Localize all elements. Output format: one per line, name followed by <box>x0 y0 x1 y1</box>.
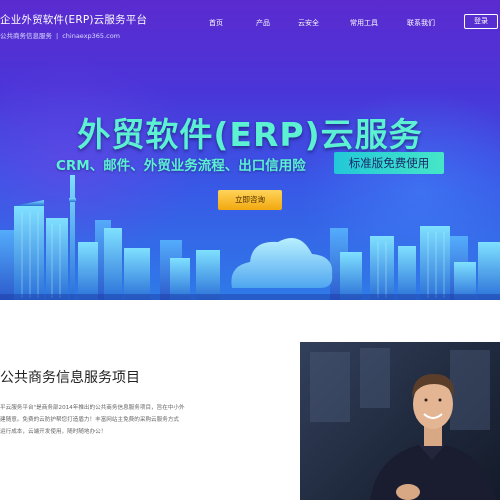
nav-contact[interactable]: 联系我们 <box>407 18 435 28</box>
hero-banner: 企业外贸软件(ERP)云服务平台 公共商务信息服务 | chinaexp365.co… <box>0 0 500 300</box>
brand-domain: chinaexp365.com <box>62 32 121 40</box>
free-trial-badge[interactable]: 标准版免费使用 <box>334 152 444 174</box>
login-button[interactable]: 登录 <box>464 14 498 29</box>
main-nav: 首页 产品 云安全 常用工具 联系我们 <box>0 18 500 30</box>
section-paragraph: 平云服务平台"是商务部2014年推出的公共商务信息服务项目，旨在中小外 建随意。… <box>0 402 238 439</box>
paragraph-line: 平云服务平台"是商务部2014年推出的公共商务信息服务项目，旨在中小外 <box>0 405 185 411</box>
nav-cloud-security[interactable]: 云安全 <box>298 18 319 28</box>
section-title: 公共商务信息服务项目 <box>0 370 140 386</box>
paragraph-line: 建随意。免费的云防护帮您打造盾力！丰富网站主免费的采购云服务方式 <box>0 417 180 424</box>
nav-tools[interactable]: 常用工具 <box>350 18 378 28</box>
brand-subtitle-row: 公共商务信息服务 | chinaexp365.com <box>0 30 147 40</box>
hero-subline: CRM、邮件、外贸业务流程、出口信用险 <box>56 158 306 174</box>
nav-products[interactable]: 产品 <box>256 18 270 28</box>
nav-home[interactable]: 首页 <box>209 18 223 28</box>
presenter-illustration <box>310 348 496 500</box>
presenter-video-thumbnail[interactable] <box>300 342 500 500</box>
brand-subtitle: 公共商务信息服务 <box>0 32 52 40</box>
consult-button[interactable]: 立即咨询 <box>218 190 282 210</box>
page: 企业外贸软件(ERP)云服务平台 公共商务信息服务 | chinaexp365.co… <box>0 0 500 500</box>
paragraph-line: 运行成本，云端开发使用，随时随地办公！ <box>0 429 107 436</box>
hero-headline: 外贸软件(ERP)云服务 <box>77 115 423 154</box>
brand-separator: | <box>56 32 59 40</box>
